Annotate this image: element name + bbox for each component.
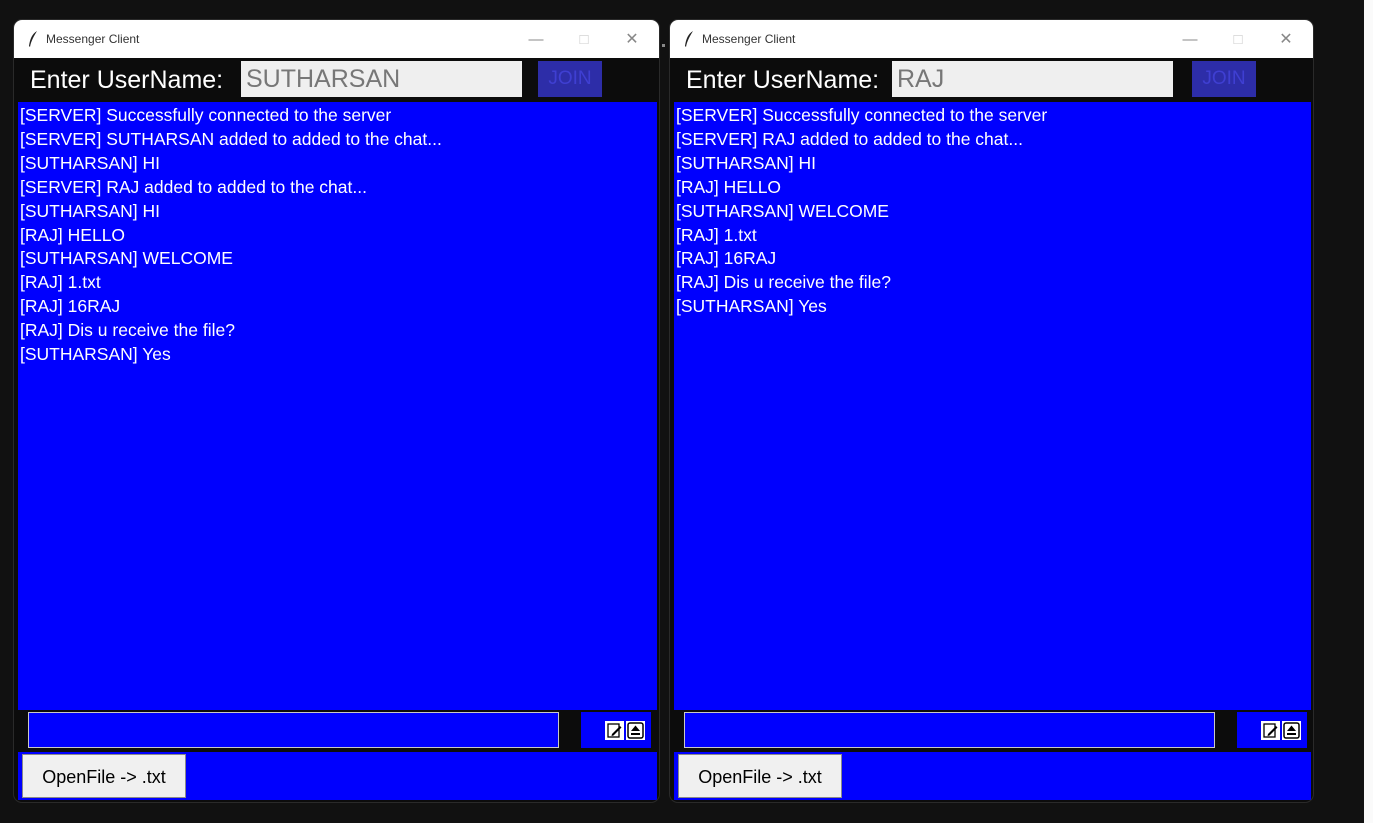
chat-message: [RAJ] HELLO [676,176,782,197]
upload-icon[interactable] [1282,720,1301,740]
chat-message: [RAJ] 16RAJ [676,248,777,269]
open-file-button[interactable]: OpenFile -> .txt [22,754,186,798]
send-controls [1237,712,1307,748]
window-title: Messenger Client [702,32,796,46]
username-bar: Enter UserName: SUTHARSAN JOIN [14,58,659,102]
maximize-icon[interactable]: □ [1223,20,1253,58]
chat-message: [SERVER] Successfully connected to the s… [676,105,1048,125]
chat-message: [SUTHARSAN] WELCOME [676,200,889,221]
username-input[interactable]: SUTHARSAN [241,61,522,97]
send-controls [581,712,651,748]
close-icon[interactable]: ✕ [617,20,647,58]
open-file-button[interactable]: OpenFile -> .txt [678,754,842,798]
chat-message: [SUTHARSAN] HI [676,152,817,173]
close-icon[interactable]: ✕ [1271,20,1301,58]
username-label: Enter UserName: [686,66,880,94]
message-input[interactable] [28,712,559,748]
maximize-icon[interactable]: □ [569,20,599,58]
bottom-bar: OpenFile -> .txt [674,752,1311,800]
desktop-edge [1364,0,1373,823]
edit-send-icon[interactable] [1261,720,1280,740]
window-title: Messenger Client [46,32,140,46]
message-row [18,710,657,752]
feather-icon [684,31,694,47]
bottom-bar: OpenFile -> .txt [18,752,657,800]
message-row [674,710,1311,752]
username-input[interactable]: RAJ [892,61,1173,97]
join-button[interactable]: JOIN [1192,61,1256,97]
chat-message: [SUTHARSAN] HI [20,200,161,221]
minimize-icon[interactable]: — [521,20,551,58]
chat-message: [SUTHARSAN] WELCOME [20,248,233,269]
feather-icon [28,31,38,47]
username-label: Enter UserName: [30,66,224,94]
messenger-window-left: Messenger Client — □ ✕ Enter UserName: S… [14,20,659,802]
chat-log: [SERVER] Successfully connected to the s… [18,102,657,710]
edit-send-icon[interactable] [605,720,624,740]
message-input[interactable] [684,712,1215,748]
chat-message: [SERVER] RAJ added to added to the chat.… [20,176,367,197]
join-button[interactable]: JOIN [538,61,602,97]
chat-message: [SERVER] SUTHARSAN added to added to the… [20,128,442,149]
title-bar[interactable]: Messenger Client — □ ✕ [670,20,1313,58]
chat-message: [SUTHARSAN] HI [20,152,161,173]
chat-message: [RAJ] 1.txt [20,272,101,293]
chat-message: [RAJ] Dis u receive the file? [676,272,891,293]
chat-message: [RAJ] 1.txt [676,224,757,245]
messenger-window-right: Messenger Client — □ ✕ Enter UserName: R… [670,20,1313,802]
chat-message: [SUTHARSAN] Yes [676,296,827,317]
upload-icon[interactable] [626,720,645,740]
chat-log: [SERVER] Successfully connected to the s… [674,102,1311,710]
chat-message: [SERVER] RAJ added to added to the chat.… [676,128,1023,149]
minimize-icon[interactable]: — [1175,20,1205,58]
chat-message: [SUTHARSAN] Yes [20,344,171,365]
username-bar: Enter UserName: RAJ JOIN [670,58,1313,102]
chat-message: [RAJ] 16RAJ [20,296,121,317]
chat-message: [SERVER] Successfully connected to the s… [20,105,392,125]
chat-message: [RAJ] Dis u receive the file? [20,320,235,341]
title-bar[interactable]: Messenger Client — □ ✕ [14,20,659,58]
chat-message: [RAJ] HELLO [20,224,126,245]
divider-dot [662,44,665,47]
